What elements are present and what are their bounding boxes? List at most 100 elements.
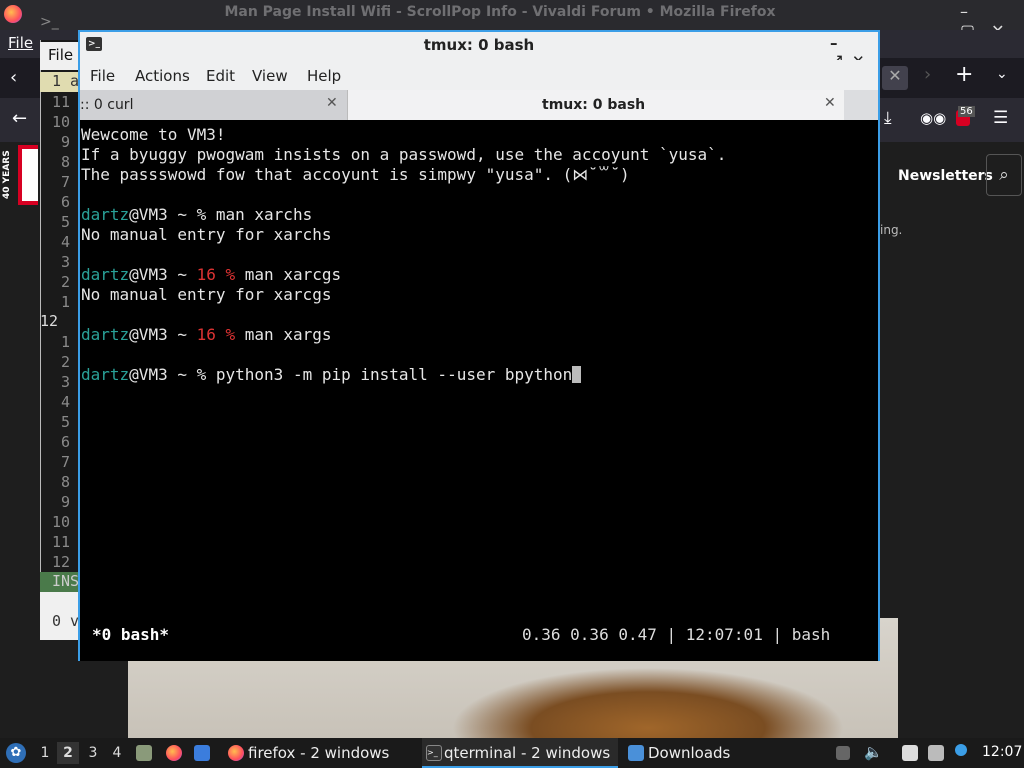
terminal-cursor [572, 366, 582, 383]
site-search-icon[interactable]: ⌕ [986, 154, 1022, 196]
task-qterminal[interactable]: >_ qterminal - 2 windows [422, 738, 618, 768]
tab-scroll-left-icon[interactable]: ‹ [10, 67, 17, 88]
terminal-prompt-line: dartz@VM3 ~ % man xarchs [81, 205, 312, 225]
vim-line-number: 4 [60, 233, 70, 251]
task-firefox[interactable]: firefox - 2 windows [226, 738, 418, 768]
extension-icon[interactable]: ◉◉ [920, 109, 946, 127]
vim-line-number: 2 [60, 353, 70, 371]
forty-years-label: 40 YEARS [2, 150, 12, 200]
menu-file[interactable]: File [90, 67, 115, 85]
task-downloads[interactable]: Downloads [626, 738, 756, 768]
terminal-icon: >_ [426, 745, 442, 761]
prompt-host: @VM3 ~ [129, 205, 197, 224]
terminal-output-line: No manual entry for xarchs [81, 225, 332, 244]
vim-current-line: 1 a [40, 72, 80, 92]
vim-line-number: 1 [60, 333, 70, 351]
workspace-4[interactable]: 4 [106, 742, 128, 764]
firefox-icon [228, 745, 244, 761]
tab-curl[interactable]: :: 0 curl ✕ [80, 90, 348, 120]
prompt-exit-code: 16 % [196, 265, 245, 284]
notification-icon[interactable] [955, 744, 967, 756]
terminal-prompt-line: dartz@VM3 ~ 16 % man xarcgs [81, 265, 341, 285]
firefox-menu-file[interactable]: File [8, 34, 33, 52]
menu-edit[interactable]: Edit [206, 67, 235, 85]
vim-line-number: 2 [60, 273, 70, 291]
workspace-1[interactable]: 1 [34, 742, 56, 764]
vim-line-numbers: 11 10 9 8 7 6 5 4 3 2 1 1 2 3 4 5 6 7 8 9 10 11 12 [40, 92, 80, 572]
terminal-prompt-line: dartz@VM3 ~ % python3 -m pip install --u… [81, 365, 582, 385]
firefox-window-title: Man Page Install Wifi - ScrollPop Info -… [224, 4, 776, 20]
vim-line-number: 3 [60, 373, 70, 391]
tab-scroll-right-icon[interactable]: › [924, 64, 931, 85]
tray-toggle-icon[interactable] [836, 746, 850, 760]
menu-help[interactable]: Help [307, 67, 341, 85]
prompt-user: dartz [81, 265, 130, 284]
tab-close-icon[interactable]: ✕ [882, 66, 908, 90]
vim-line-number: 5 [60, 413, 70, 431]
vim-line-number-current: 12 [40, 312, 59, 330]
qterminal-window: >_ tmux: 0 bash –⤢✕ File Actions Edit Vi… [78, 30, 880, 661]
menu-actions[interactable]: Actions [135, 67, 190, 85]
vim-line-number: 10 [51, 113, 70, 131]
vim-line-number: 11 [51, 533, 70, 551]
qterminal-titlebar: >_ tmux: 0 bash –⤢✕ [80, 32, 878, 70]
folder-icon [628, 745, 644, 761]
tab-close-icon[interactable]: ✕ [326, 95, 338, 111]
clipboard-icon[interactable] [902, 745, 918, 761]
vim-line-number: 10 [51, 513, 70, 531]
vim-line-number: 11 [51, 93, 70, 111]
vim-line-number: 8 [60, 153, 70, 171]
tab-bash[interactable]: tmux: 0 bash ✕ [348, 90, 844, 120]
network-icon[interactable] [928, 745, 944, 761]
taskbar: ✿ 1 2 3 4 firefox - 2 windows >_ qtermin… [0, 738, 1024, 768]
minimize-icon[interactable]: – [830, 34, 838, 52]
tmux-status-right: 0.36 0.36 0.47 | 12:07:01 | bash [522, 625, 831, 644]
tmux-status-bar: *0 bash* 0.36 0.36 0.47 | 12:07:01 | bas… [80, 624, 878, 648]
tab-close-icon[interactable]: ✕ [824, 95, 836, 111]
vim-line-number: 12 [51, 553, 70, 571]
menu-view[interactable]: View [252, 67, 288, 85]
newsletters-link[interactable]: Newsletters [898, 168, 993, 184]
firefox-launcher-icon[interactable] [166, 745, 182, 761]
prompt-host: @VM3 ~ [129, 365, 197, 384]
menu-icon[interactable]: ☰ [993, 108, 1008, 128]
task-label: qterminal - 2 windows [444, 744, 611, 762]
file-manager-launcher-icon[interactable] [136, 745, 152, 761]
vim-line-number: 5 [60, 213, 70, 231]
workspace-3[interactable]: 3 [82, 742, 104, 764]
vim-line-number: 1 [60, 293, 70, 311]
firefox-logo-icon [4, 5, 22, 23]
start-menu-icon[interactable]: ✿ [6, 743, 26, 763]
prompt-exit-code: 16 % [196, 325, 245, 344]
back-icon[interactable]: ← [12, 108, 27, 129]
prompt-symbol: % [196, 205, 216, 224]
tab-label: :: 0 curl [80, 97, 134, 113]
vim-line-number: 9 [60, 493, 70, 511]
tab-list-icon[interactable]: ⌄ [996, 66, 1008, 82]
new-tab-icon[interactable]: + [955, 62, 973, 87]
download-icon[interactable]: ⤓ [884, 108, 892, 128]
workspace-2[interactable]: 2 [57, 742, 79, 764]
terminal-output-line: Wewcome to VM3! [81, 125, 226, 144]
command-text: man xarchs [215, 205, 313, 224]
qterminal-tabbar: :: 0 curl ✕ tmux: 0 bash ✕ ‹› [80, 90, 878, 175]
vim-menu-file[interactable]: File [40, 42, 80, 70]
vim-line-number: 7 [60, 173, 70, 191]
terminal-output-line: The passswowd fow that accoyunt is simpw… [81, 165, 630, 184]
tmux-window-list: *0 bash* [92, 625, 170, 644]
vim-mode-indicator: INS [40, 572, 80, 592]
site-logo [18, 145, 38, 205]
qterminal-menubar: File Actions Edit View Help [80, 60, 878, 90]
extension-badge: 56 [958, 106, 975, 117]
vim-line-number: 8 [60, 473, 70, 491]
vim-window-icon: >_ [40, 14, 59, 30]
terminal-output-line: No manual entry for xarcgs [81, 285, 332, 304]
desktop-launcher-icon[interactable] [194, 745, 210, 761]
vim-line-number: 9 [60, 133, 70, 151]
volume-icon[interactable]: 🔈 [864, 743, 883, 761]
prompt-host: @VM3 ~ [129, 265, 197, 284]
firefox-titlebar: Man Page Install Wifi - ScrollPop Info -… [0, 0, 1024, 40]
command-text: python3 -m pip install --user bpython [215, 365, 573, 384]
terminal-output-line: If a byuggy pwogwam insists on a passwow… [81, 145, 727, 164]
terminal-output[interactable]: Wewcome to VM3! If a byuggy pwogwam insis… [80, 124, 878, 661]
